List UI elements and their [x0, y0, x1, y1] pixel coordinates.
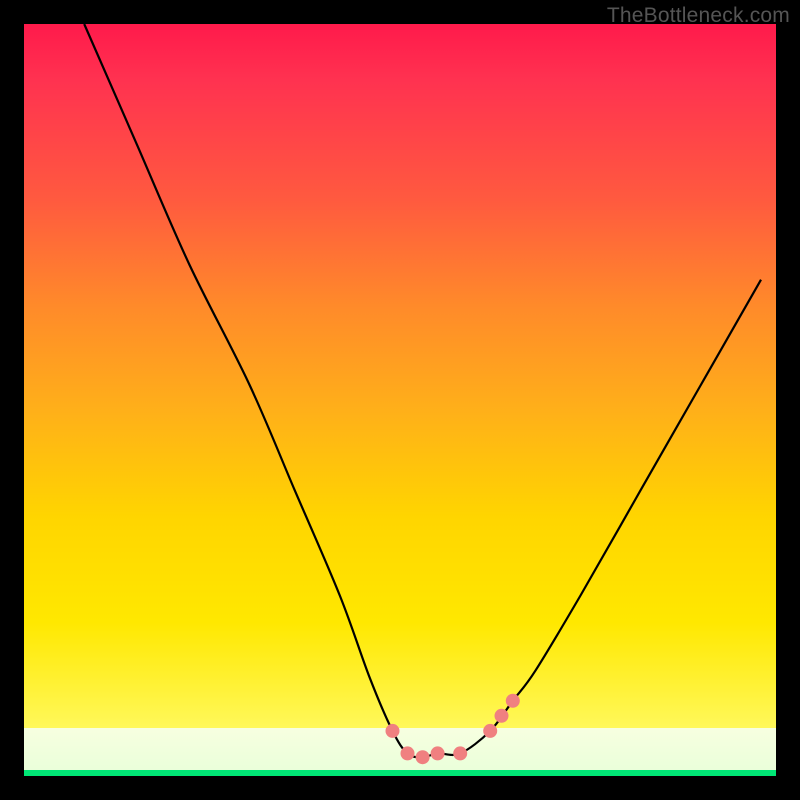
curve-marker [431, 746, 445, 760]
curve-marker [416, 750, 430, 764]
curve-marker [386, 724, 400, 738]
bottleneck-curve [84, 24, 761, 757]
curve-marker [401, 746, 415, 760]
curve-marker [506, 694, 520, 708]
plot-area [24, 24, 776, 776]
chart-frame: TheBottleneck.com [0, 0, 800, 800]
curve-marker [483, 724, 497, 738]
curve-marker [453, 746, 467, 760]
curve-svg [24, 24, 776, 776]
curve-marker [495, 709, 509, 723]
watermark-text: TheBottleneck.com [607, 4, 790, 28]
curve-markers [386, 694, 520, 764]
